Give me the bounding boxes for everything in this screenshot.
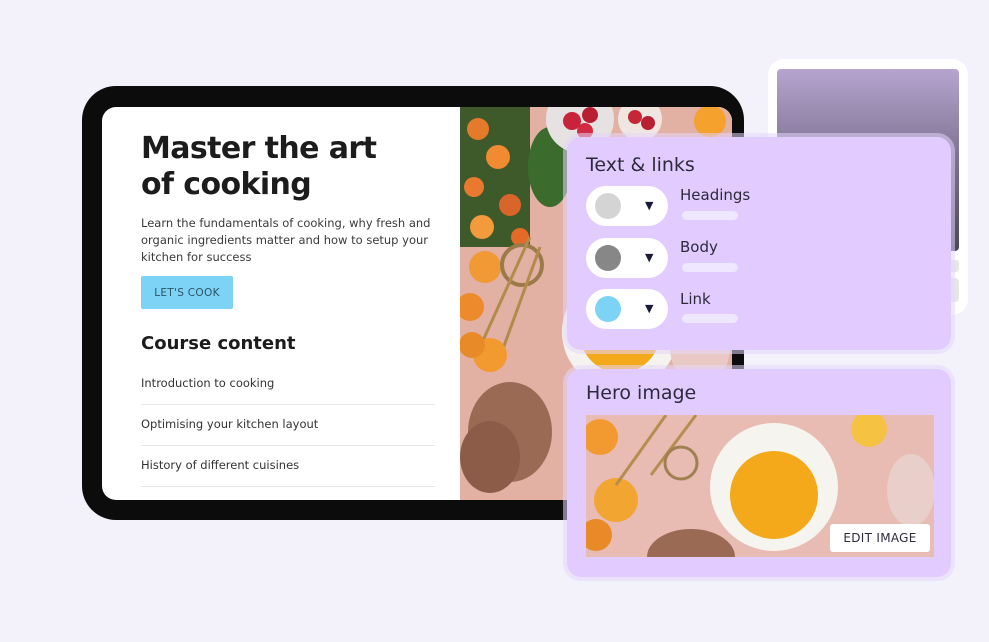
page-title: Master the art of cooking (141, 131, 441, 203)
headings-label: Headings (680, 186, 751, 204)
headings-color-dot (595, 193, 621, 219)
link-bar (682, 314, 738, 323)
headings-bar (682, 211, 738, 220)
body-color-dot (595, 245, 621, 271)
title-line-2: of cooking (141, 167, 312, 202)
hero-image-title: Hero image (586, 382, 697, 404)
lesson-item[interactable]: History of different cuisines (141, 445, 435, 487)
caret-down-icon: ▼ (645, 302, 654, 315)
headings-color-picker[interactable]: ▼ (586, 186, 668, 226)
caret-down-icon: ▼ (645, 199, 654, 212)
text-links-title: Text & links (586, 154, 695, 176)
link-color-picker[interactable]: ▼ (586, 289, 668, 329)
title-line-1: Master the art (141, 131, 377, 166)
body-color-picker[interactable]: ▼ (586, 238, 668, 278)
body-bar (682, 263, 738, 272)
lesson-item[interactable]: Optimising your kitchen layout (141, 404, 435, 446)
link-color-dot (595, 296, 621, 322)
lets-cook-button[interactable]: LET'S COOK (141, 276, 233, 309)
hero-image: EDIT IMAGE (586, 415, 934, 557)
hero-image-panel: Hero image EDIT IMAGE (567, 369, 951, 577)
caret-down-icon: ▼ (645, 251, 654, 264)
lesson-item[interactable]: Introduction to cooking (141, 363, 435, 405)
body-label: Body (680, 238, 718, 256)
course-intro: Learn the fundamentals of cooking, why f… (141, 216, 431, 264)
edit-image-button[interactable]: EDIT IMAGE (830, 524, 930, 552)
link-label: Link (680, 290, 711, 308)
text-links-panel: Text & links ▼ Headings ▼ Body ▼ Link (567, 137, 951, 350)
course-content-heading: Course content (141, 333, 296, 354)
